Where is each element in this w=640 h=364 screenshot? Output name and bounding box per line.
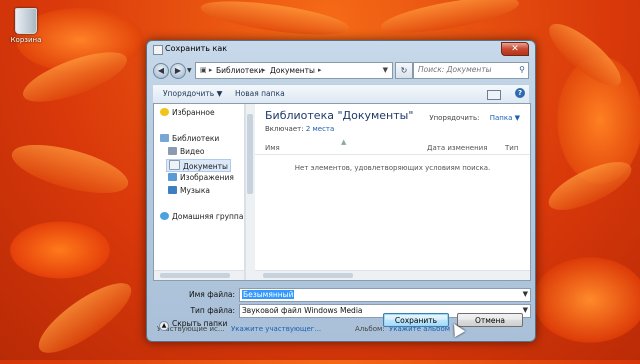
sidebar-item-documents[interactable]: Документы [166,159,231,172]
wallpaper-petal [378,0,522,40]
sidebar-item-label: Библиотеки [172,134,220,143]
navigation-row: ◀ ▶ ▼ ▣ ▸ Библиотеки ▸ Документы ▸ ▼ ↻ ⚲ [153,62,529,80]
view-options-icon[interactable] [487,90,501,100]
file-list-horizontal-scrollbar[interactable] [255,270,530,280]
scrollbar-thumb[interactable] [247,114,253,194]
back-button[interactable]: ◀ [153,63,169,79]
breadcrumb-separator-icon: ▸ [318,66,322,74]
filename-row: Имя файла: Безымянный ▼ [153,288,531,302]
search-icon[interactable]: ⚲ [519,65,525,74]
window-icon [153,45,163,55]
sidebar-item-images[interactable]: Изображения [168,173,234,182]
help-icon[interactable]: ? [515,88,525,98]
file-list-pane: Библиотека "Документы" Включает: 2 места… [255,104,530,280]
scrollbar-thumb[interactable] [160,273,230,278]
arrange-label: Упорядочить: [429,114,480,122]
column-headers: ▲ Имя Дата изменения Тип [255,138,530,155]
address-dropdown-icon[interactable]: ▼ [383,66,388,74]
sidebar-item-label: Изображения [180,173,234,182]
organize-menu[interactable]: Упорядочить ▼ [163,89,222,98]
forward-button[interactable]: ▶ [170,63,186,79]
breadcrumb-documents[interactable]: Документы [270,66,315,75]
sort-arrow-icon: ▲ [341,138,347,146]
wallpaper-petal [17,42,133,112]
save-button[interactable]: Сохранить [383,313,449,327]
save-as-dialog: Сохранить как ✕ ◀ ▶ ▼ ▣ ▸ Библиотеки ▸ Д… [146,40,536,342]
breadcrumb-separator-icon: ▸ [262,66,266,74]
sidebar-item-label: Видео [180,147,205,156]
library-includes-label: Включает: [265,125,304,133]
recycle-bin-desktop-icon[interactable]: Корзина [8,8,44,44]
recycle-bin-label: Корзина [10,36,42,44]
command-bar: Упорядочить ▼ Новая папка ? [153,84,529,104]
sidebar-item-libraries[interactable]: Библиотеки [160,134,219,143]
column-type[interactable]: Тип [505,144,518,152]
search-input[interactable] [418,65,512,74]
navigation-pane: Избранное Библиотеки Видео Документы Изо… [154,104,245,280]
chevron-down-icon[interactable]: ▼ [523,290,528,298]
sidebar-item-label: Документы [183,162,228,171]
arrange-by: Упорядочить: Папка ▼ [429,114,520,122]
hide-folders-button[interactable]: ▲ Скрыть папки [159,319,227,331]
chevron-up-icon: ▲ [159,321,169,331]
wallpaper-petal [198,0,352,42]
window-title: Сохранить как [165,44,228,53]
wallpaper-petal [29,271,141,364]
nav-pane-horizontal-scrollbar[interactable] [154,270,244,280]
filename-field[interactable]: Безымянный ▼ [239,288,531,302]
music-icon [168,186,177,194]
sidebar-item-homegroup[interactable]: Домашняя группа [160,212,243,221]
scrollbar-thumb[interactable] [263,273,353,278]
nav-pane-vertical-scrollbar[interactable] [245,104,255,280]
sidebar-item-music[interactable]: Музыка [168,186,210,195]
library-includes: Включает: 2 места [265,125,334,133]
library-title: Библиотека "Документы" [265,109,414,122]
sidebar-item-label: Избранное [172,108,215,117]
filename-value[interactable]: Безымянный [242,290,295,299]
sidebar-item-video[interactable]: Видео [168,147,204,156]
close-button[interactable]: ✕ [501,42,529,56]
recycle-bin-icon [15,8,37,34]
empty-results-message: Нет элементов, удовлетворяющих условиям … [294,164,491,172]
homegroup-icon [160,212,169,220]
hide-folders-label: Скрыть папки [172,319,228,328]
column-date-modified[interactable]: Дата изменения [427,144,487,152]
video-icon [168,147,177,155]
dialog-footer: ▲ Скрыть папки Сохранить Отмена [153,311,529,338]
address-bar[interactable]: ▣ ▸ Библиотеки ▸ Документы ▸ ▼ [195,62,393,79]
library-icon [160,134,169,142]
sidebar-item-favorites[interactable]: Избранное [160,108,215,117]
search-box[interactable]: ⚲ [413,62,529,79]
wallpaper-petal [7,135,133,203]
cancel-button[interactable]: Отмена [457,313,523,327]
images-icon [168,173,177,181]
wallpaper-petal [540,14,630,96]
new-folder-button[interactable]: Новая папка [235,89,285,98]
title-bar[interactable]: Сохранить как ✕ [147,41,535,57]
star-icon [160,108,169,116]
address-root-icon: ▣ ▸ [200,66,213,74]
arrange-dropdown[interactable]: Папка ▼ [490,114,520,122]
sidebar-item-label: Домашняя группа [172,212,244,221]
sidebar-item-label: Музыка [180,186,210,195]
documents-icon [169,160,180,170]
filename-label: Имя файла: [189,290,235,299]
column-name[interactable]: Имя [265,144,280,152]
browser-area: Избранное Библиотеки Видео Документы Изо… [153,103,531,281]
wallpaper-petal [542,152,638,220]
library-locations-link[interactable]: 2 места [306,125,334,133]
recent-locations-dropdown[interactable]: ▼ [187,67,192,74]
breadcrumb-libraries[interactable]: Библиотеки [216,66,263,75]
refresh-button[interactable]: ↻ [395,62,413,79]
